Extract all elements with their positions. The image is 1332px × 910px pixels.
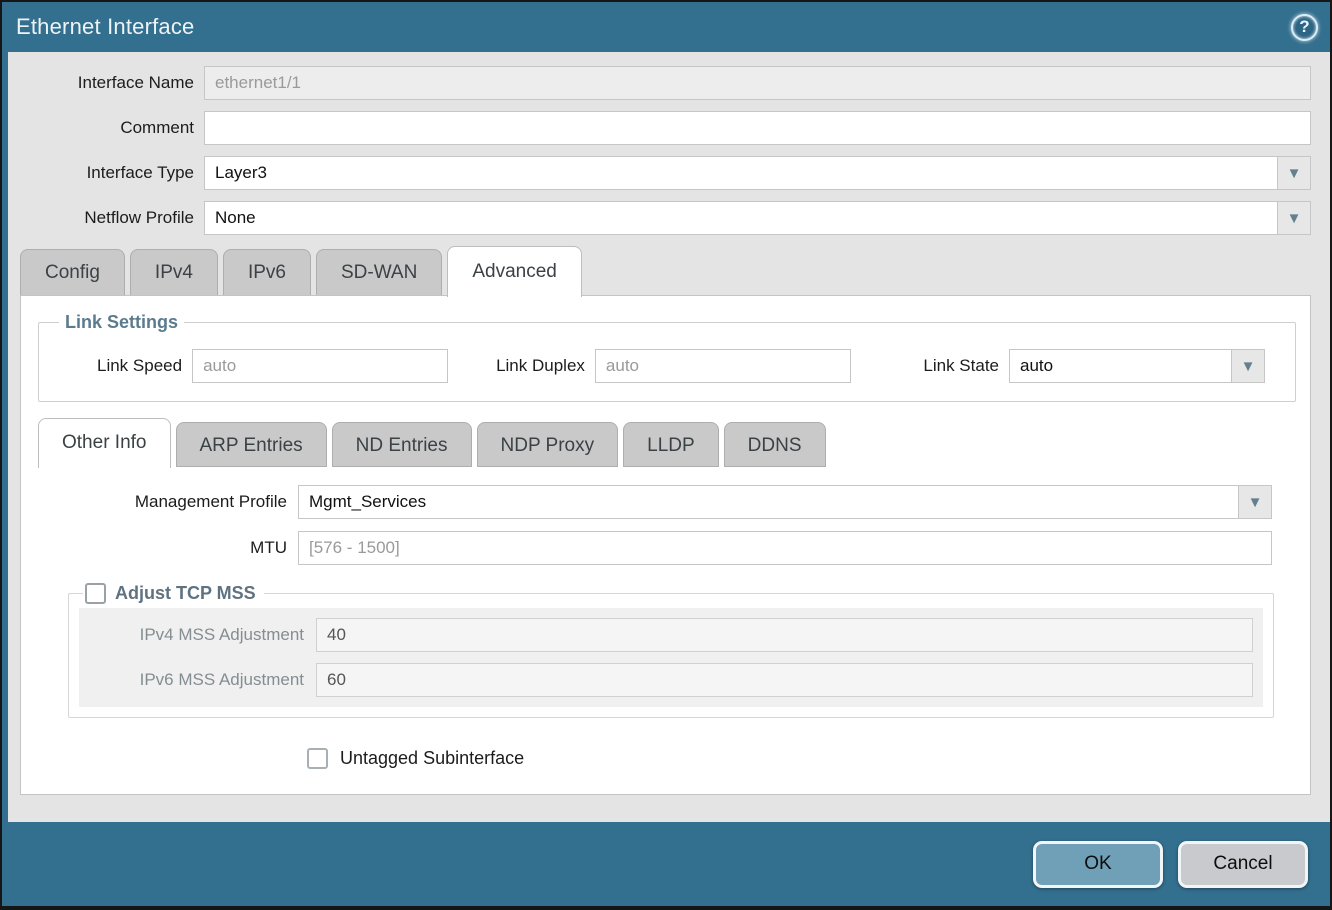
dialog-title: Ethernet Interface [16,14,194,40]
main-tab-bar: Config IPv4 IPv6 SD-WAN Advanced [8,246,1330,295]
management-profile-dropdown-button[interactable]: ▼ [1239,485,1272,519]
mtu-row: MTU [36,531,1272,565]
tab-config[interactable]: Config [20,249,125,295]
interface-name-label: Interface Name [8,73,204,93]
chevron-down-icon: ▼ [1248,494,1263,511]
netflow-profile-label: Netflow Profile [8,208,204,228]
tab-sdwan[interactable]: SD-WAN [316,249,442,295]
chevron-down-icon: ▼ [1287,210,1302,227]
link-speed-label: Link Speed [97,356,192,376]
link-speed-field[interactable] [192,349,448,383]
tab-ndp-proxy[interactable]: NDP Proxy [477,422,619,467]
link-state-label: Link State [923,356,1009,376]
tab-ipv4[interactable]: IPv4 [130,249,218,295]
footer-bar: OK Cancel [2,822,1330,906]
adjust-tcp-mss-title: Adjust TCP MSS [115,583,256,604]
ipv4-mss-row: IPv4 MSS Adjustment [79,618,1253,652]
comment-label: Comment [8,118,204,138]
link-duplex-field[interactable] [595,349,851,383]
link-duplex-label: Link Duplex [496,356,595,376]
chevron-down-icon: ▼ [1287,165,1302,182]
ethernet-interface-dialog: Ethernet Interface ? Interface Name Comm… [0,0,1332,910]
chevron-down-icon: ▼ [1241,358,1256,375]
dialog-body: Interface Name Comment Interface Type ▼ … [2,52,1330,822]
ipv6-mss-label: IPv6 MSS Adjustment [79,670,316,690]
netflow-profile-dropdown-button[interactable]: ▼ [1278,201,1311,235]
management-profile-row: Management Profile ▼ [36,485,1272,519]
interface-type-field[interactable] [204,156,1278,190]
tab-ddns[interactable]: DDNS [724,422,826,467]
untagged-subinterface-checkbox[interactable] [307,748,328,769]
adjust-tcp-mss-checkbox[interactable] [85,583,106,604]
netflow-profile-field[interactable] [204,201,1278,235]
interface-name-row: Interface Name [8,66,1311,100]
tab-nd-entries[interactable]: ND Entries [332,422,472,467]
sub-tab-bar: Other Info ARP Entries ND Entries NDP Pr… [36,418,1298,467]
interface-type-label: Interface Type [8,163,204,183]
tab-advanced[interactable]: Advanced [447,246,582,297]
tab-ipv6[interactable]: IPv6 [223,249,311,295]
other-info-panel: Management Profile ▼ MTU [36,467,1298,769]
ipv6-mss-field [316,663,1253,697]
mss-fields-panel: IPv4 MSS Adjustment IPv6 MSS Adjustment [79,608,1263,707]
link-state-field[interactable] [1009,349,1232,383]
help-icon[interactable]: ? [1291,14,1318,41]
adjust-tcp-mss-group: Adjust TCP MSS IPv4 MSS Adjustment IPv6 … [68,583,1274,718]
interface-type-row: Interface Type ▼ [8,156,1311,190]
ipv4-mss-field [316,618,1253,652]
cancel-button[interactable]: Cancel [1178,841,1308,888]
tab-other-info[interactable]: Other Info [38,418,171,468]
title-bar: Ethernet Interface ? [2,2,1330,52]
tab-arp-entries[interactable]: ARP Entries [176,422,327,467]
netflow-profile-row: Netflow Profile ▼ [8,201,1311,235]
ok-button[interactable]: OK [1033,841,1163,888]
link-settings-group: Link Settings Link Speed Link Duplex [38,312,1296,402]
untagged-subinterface-row: Untagged Subinterface [307,748,1298,769]
tab-lldp[interactable]: LLDP [623,422,719,467]
interface-type-dropdown-button[interactable]: ▼ [1278,156,1311,190]
management-profile-field[interactable] [298,485,1239,519]
link-settings-title: Link Settings [59,312,184,333]
comment-field[interactable] [204,111,1311,145]
comment-row: Comment [8,111,1311,145]
interface-name-field [204,66,1311,100]
link-state-dropdown-button[interactable]: ▼ [1232,349,1265,383]
management-profile-label: Management Profile [36,492,298,512]
untagged-subinterface-label: Untagged Subinterface [340,748,524,769]
mtu-label: MTU [36,538,298,558]
mtu-field[interactable] [298,531,1272,565]
ipv6-mss-row: IPv6 MSS Adjustment [79,663,1253,697]
advanced-tab-panel: Link Settings Link Speed Link Duplex [20,295,1311,795]
ipv4-mss-label: IPv4 MSS Adjustment [79,625,316,645]
